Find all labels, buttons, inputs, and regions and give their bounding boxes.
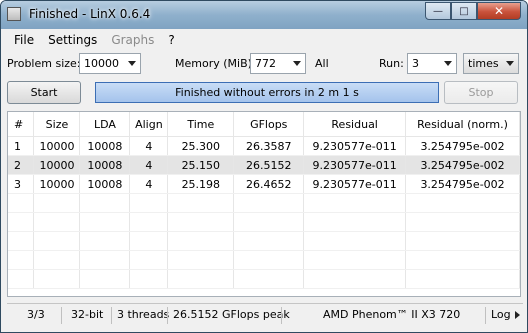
- close-button[interactable]: ✕: [477, 2, 521, 20]
- title-bar[interactable]: Finished - LinX 0.6.4 — □ ✕: [1, 1, 527, 29]
- table-cell: 9.230577e-011: [303, 174, 407, 194]
- table-cell: 10008: [79, 174, 131, 194]
- problem-size-value: 10000: [84, 57, 119, 70]
- table-row[interactable]: 1 10000 10008 4 25.300 26.3587 9.230577e…: [8, 136, 520, 156]
- column-header[interactable]: GFlops: [233, 112, 305, 137]
- run-count-value: 3: [412, 57, 419, 70]
- empty-row: [8, 231, 520, 251]
- table-cell: 3.254795e-002: [405, 174, 520, 194]
- log-button[interactable]: Log: [491, 308, 520, 321]
- problem-size-select[interactable]: 10000: [79, 53, 141, 74]
- status-divider: [281, 307, 282, 324]
- minimize-icon: —: [433, 5, 443, 17]
- run-mode-value: times: [468, 57, 499, 70]
- menu-graphs[interactable]: Graphs: [104, 33, 161, 47]
- column-header[interactable]: #: [8, 112, 35, 137]
- run-count-select[interactable]: 3: [407, 53, 457, 74]
- menu-bar: File Settings Graphs ?: [7, 31, 521, 49]
- chevron-down-icon: [506, 61, 514, 66]
- action-row: Start Finished without errors in 2 m 1 s…: [7, 81, 521, 105]
- status-divider: [111, 307, 112, 324]
- table-cell: 10000: [33, 136, 81, 156]
- table-cell: 10000: [33, 174, 81, 194]
- maximize-button[interactable]: □: [451, 2, 477, 20]
- status-divider: [167, 307, 168, 324]
- table-cell: 26.4652: [233, 174, 305, 194]
- settings-row: Problem size: 10000 Memory (MiB): 772 Al…: [7, 53, 521, 75]
- menu-settings[interactable]: Settings: [41, 33, 104, 47]
- status-peak: 26.5152 GFlops peak: [173, 308, 290, 321]
- memory-select[interactable]: 772: [250, 53, 306, 74]
- app-window: Finished - LinX 0.6.4 — □ ✕ File Setting…: [0, 0, 528, 333]
- column-header[interactable]: Residual: [303, 112, 407, 137]
- status-cpu: AMD Phenom™ II X3 720: [323, 308, 461, 321]
- window-controls: — □ ✕: [425, 2, 521, 20]
- table-header-row: # Size LDA Align Time GFlops Residual Re…: [8, 112, 520, 137]
- maximize-icon: □: [459, 5, 469, 17]
- close-icon: ✕: [493, 4, 505, 18]
- table-cell: 1: [8, 136, 35, 156]
- table-cell: 10008: [79, 155, 131, 175]
- chevron-down-icon: [444, 61, 452, 66]
- table-cell: 25.150: [167, 155, 235, 175]
- run-label: Run:: [379, 57, 404, 70]
- memory-label: Memory (MiB):: [175, 57, 256, 70]
- menu-help[interactable]: ?: [161, 33, 181, 47]
- status-progress: 3/3: [27, 308, 45, 321]
- table-cell: 3.254795e-002: [405, 136, 520, 156]
- column-header[interactable]: Time: [167, 112, 235, 137]
- memory-value: 772: [255, 57, 276, 70]
- problem-size-label: Problem size:: [7, 57, 81, 70]
- chevron-down-icon: [128, 61, 136, 66]
- column-header[interactable]: LDA: [79, 112, 131, 137]
- table-row-selected[interactable]: 2 10000 10008 4 25.150 26.5152 9.230577e…: [8, 155, 520, 175]
- chevron-down-icon: [293, 61, 301, 66]
- start-button[interactable]: Start: [7, 81, 81, 104]
- log-label: Log: [491, 308, 511, 321]
- table-cell: 4: [129, 136, 169, 156]
- table-cell: 9.230577e-011: [303, 136, 407, 156]
- table-cell: 9.230577e-011: [303, 155, 407, 175]
- status-text: Finished without errors in 2 m 1 s: [175, 86, 359, 99]
- table-cell: 25.198: [167, 174, 235, 194]
- table-cell: 2: [8, 155, 35, 175]
- empty-row: [8, 193, 520, 213]
- empty-row: [8, 269, 520, 289]
- table-cell: 3.254795e-002: [405, 155, 520, 175]
- table-cell: 26.5152: [233, 155, 305, 175]
- status-progress-bar: Finished without errors in 2 m 1 s: [95, 82, 439, 103]
- status-divider: [61, 307, 62, 324]
- window-title: Finished - LinX 0.6.4: [29, 7, 151, 21]
- minimize-button[interactable]: —: [425, 2, 451, 20]
- status-divider: [485, 307, 486, 324]
- table-cell: 10000: [33, 155, 81, 175]
- app-icon[interactable]: [7, 7, 21, 21]
- all-label[interactable]: All: [315, 57, 329, 70]
- menu-file[interactable]: File: [7, 33, 41, 47]
- table-cell: 10008: [79, 136, 131, 156]
- table-cell: 3: [8, 174, 35, 194]
- table-cell: 4: [129, 174, 169, 194]
- table-cell: 25.300: [167, 136, 235, 156]
- results-table[interactable]: # Size LDA Align Time GFlops Residual Re…: [7, 111, 521, 297]
- table-row[interactable]: 3 10000 10008 4 25.198 26.4652 9.230577e…: [8, 174, 520, 194]
- empty-row: [8, 212, 520, 232]
- stop-button[interactable]: Stop: [444, 81, 518, 104]
- table-cell: 4: [129, 155, 169, 175]
- run-mode-select[interactable]: times: [463, 53, 519, 74]
- table-cell: 26.3587: [233, 136, 305, 156]
- status-bar: 3/3 32-bit 3 threads 26.5152 GFlops peak…: [7, 303, 523, 327]
- column-header[interactable]: Size: [33, 112, 81, 137]
- column-header[interactable]: Residual (norm.): [405, 112, 520, 137]
- arrow-right-icon: [514, 311, 520, 319]
- status-threads: 3 threads: [117, 308, 170, 321]
- status-bits: 32-bit: [71, 308, 104, 321]
- column-header[interactable]: Align: [129, 112, 169, 137]
- empty-row: [8, 250, 520, 270]
